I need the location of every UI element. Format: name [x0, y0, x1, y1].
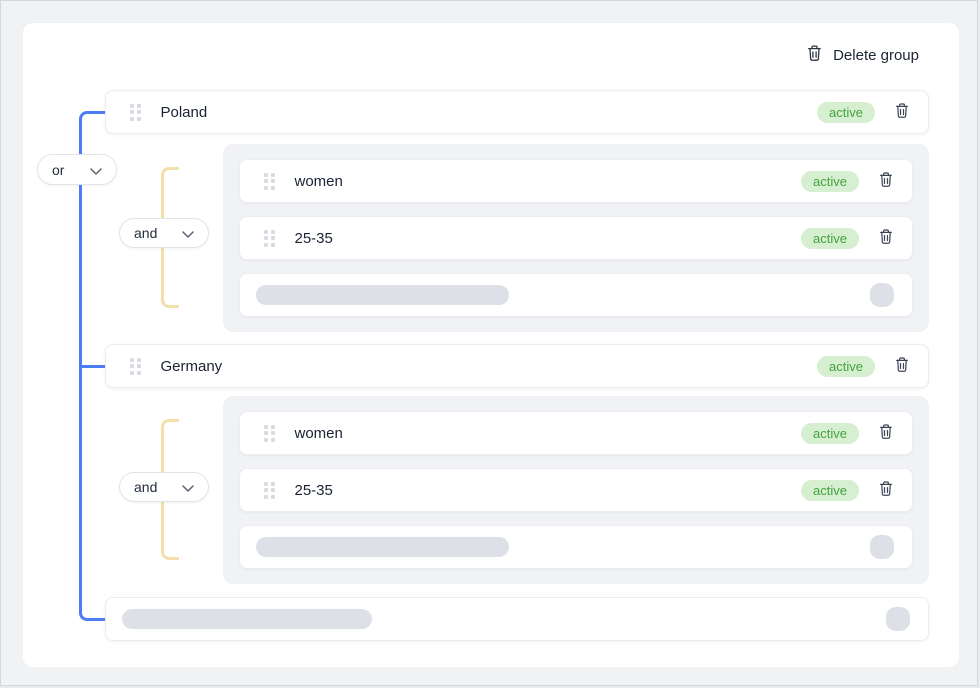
skeleton-dot	[886, 607, 910, 631]
group-operator-value: and	[134, 225, 157, 241]
delete-row-button[interactable]	[878, 171, 894, 191]
trash-icon	[878, 171, 894, 191]
status-badge[interactable]: active	[801, 228, 859, 249]
group-operator-value: and	[134, 479, 157, 495]
chevron-down-icon	[90, 162, 102, 178]
status-badge[interactable]: active	[817, 356, 875, 377]
trash-icon	[894, 356, 910, 376]
group-operator-select-germany[interactable]: and	[119, 472, 209, 502]
delete-group-button[interactable]: Delete group	[806, 42, 919, 68]
group-operator-select-poland[interactable]: and	[119, 218, 209, 248]
conditions-panel-poland: women active 25-35 active	[223, 144, 929, 332]
filter-builder-panel: Delete group or Poland active	[23, 23, 959, 667]
group-row-germany: Germany active	[105, 344, 929, 388]
drag-handle[interactable]	[130, 104, 141, 121]
status-badge[interactable]: active	[801, 171, 859, 192]
delete-row-button[interactable]	[894, 102, 910, 122]
condition-row-age: 25-35 active	[239, 216, 913, 260]
status-badge[interactable]: active	[801, 480, 859, 501]
delete-row-button[interactable]	[878, 228, 894, 248]
drag-handle[interactable]	[130, 358, 141, 375]
trash-icon	[878, 480, 894, 500]
condition-label: women	[295, 425, 343, 442]
delete-group-label: Delete group	[833, 47, 919, 64]
page: Delete group or Poland active	[0, 0, 978, 686]
chevron-down-icon	[182, 479, 194, 495]
delete-row-button[interactable]	[878, 480, 894, 500]
skeleton-bar	[256, 537, 509, 557]
condition-row-age: 25-35 active	[239, 468, 913, 512]
skeleton-bar	[122, 609, 372, 629]
drag-handle[interactable]	[264, 230, 275, 247]
delete-row-button[interactable]	[878, 423, 894, 443]
status-badge[interactable]: active	[817, 102, 875, 123]
group-name: Poland	[161, 104, 208, 121]
condition-row-women: women active	[239, 411, 913, 455]
skeleton-bar	[256, 285, 509, 305]
delete-row-button[interactable]	[894, 356, 910, 376]
skeleton-dot	[870, 535, 894, 559]
drag-handle[interactable]	[264, 482, 275, 499]
condition-row-women: women active	[239, 159, 913, 203]
condition-label: women	[295, 173, 343, 190]
root-operator-value: or	[52, 162, 64, 178]
drag-handle[interactable]	[264, 173, 275, 190]
drag-handle[interactable]	[264, 425, 275, 442]
skeleton-dot	[870, 283, 894, 307]
conditions-panel-germany: women active 25-35 active	[223, 396, 929, 584]
status-badge[interactable]: active	[801, 423, 859, 444]
or-connector-branch	[79, 365, 105, 368]
trash-icon	[806, 44, 823, 66]
trash-icon	[878, 423, 894, 443]
trash-icon	[894, 102, 910, 122]
group-row-poland: Poland active	[105, 90, 929, 134]
skeleton-row	[105, 597, 929, 641]
group-name: Germany	[161, 358, 223, 375]
condition-label: 25-35	[295, 482, 333, 499]
skeleton-row	[239, 525, 913, 569]
chevron-down-icon	[182, 225, 194, 241]
root-operator-select[interactable]: or	[37, 154, 117, 185]
trash-icon	[878, 228, 894, 248]
skeleton-row	[239, 273, 913, 317]
condition-label: 25-35	[295, 230, 333, 247]
